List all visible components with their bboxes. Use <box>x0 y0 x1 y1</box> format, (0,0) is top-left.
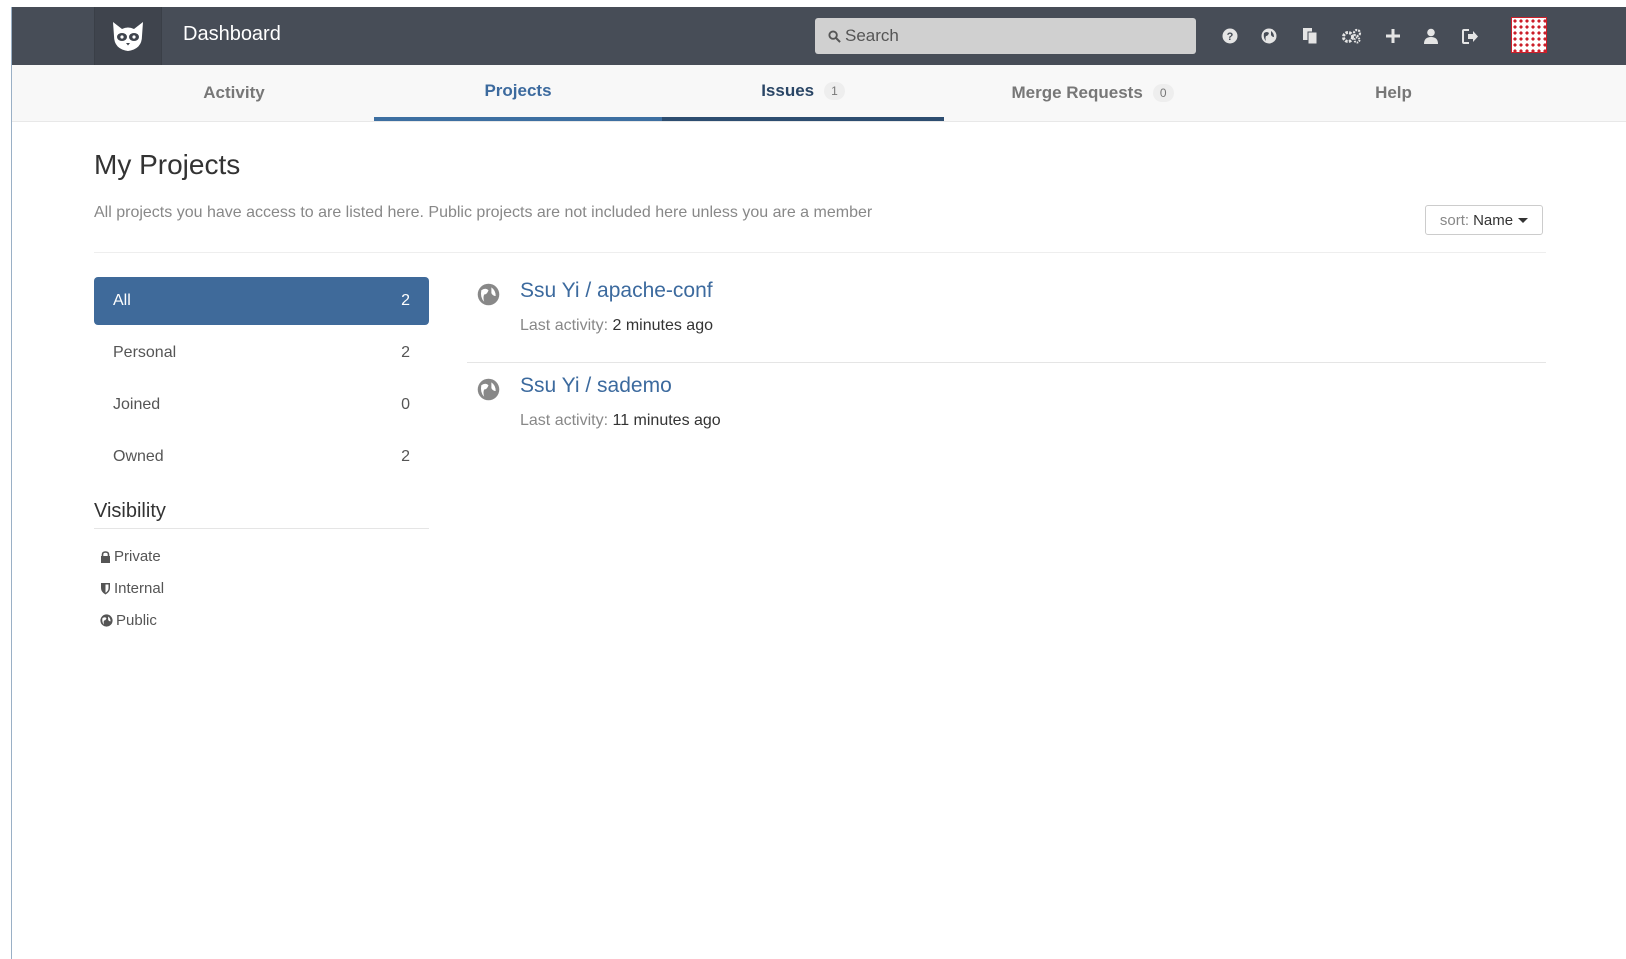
filter-count: 0 <box>401 396 410 413</box>
tab-label: Activity <box>203 83 265 102</box>
filter-count: 2 <box>401 448 410 465</box>
app-window: Dashboard ? <box>11 7 1626 959</box>
app-title[interactable]: Dashboard <box>183 23 281 46</box>
tab-merge-requests[interactable]: Merge Requests 0 <box>944 65 1241 121</box>
search-input[interactable] <box>845 26 1185 46</box>
filter-label: Personal <box>113 344 177 361</box>
issues-count-badge: 1 <box>824 82 845 100</box>
filter-label: Owned <box>113 448 164 465</box>
visibility-label: Private <box>114 548 161 565</box>
project-name-link[interactable]: Ssu Yi / sademo <box>520 374 672 398</box>
tab-projects[interactable]: Projects <box>374 65 662 121</box>
top-header: Dashboard ? <box>12 7 1626 66</box>
explore-globe-icon[interactable] <box>1258 25 1280 47</box>
public-globe-icon <box>477 378 500 401</box>
sort-value: Name <box>1473 211 1514 229</box>
visibility-label: Internal <box>114 580 165 597</box>
activity-time: 11 minutes ago <box>612 412 721 429</box>
user-avatar[interactable] <box>1511 17 1547 53</box>
filter-owned[interactable]: Owned 2 <box>94 433 429 481</box>
project-last-activity: Last activity: 2 minutes ago <box>520 317 713 335</box>
filter-label: Joined <box>113 396 161 413</box>
visibility-private-link[interactable]: Private <box>100 548 161 565</box>
tab-label: Merge Requests <box>1011 83 1143 102</box>
globe-icon <box>100 614 113 627</box>
snippets-icon[interactable] <box>1299 25 1321 47</box>
project-name-link[interactable]: Ssu Yi / apache-conf <box>520 279 713 303</box>
activity-label: Last activity: <box>520 412 609 429</box>
visibility-label: Public <box>116 612 157 629</box>
visibility-internal-link[interactable]: Internal <box>100 580 164 597</box>
visibility-heading: Visibility <box>94 500 166 522</box>
project-filters: All 2 Personal 2 Joined 0 Owned 2 <box>94 277 429 485</box>
dashboard-nav: Activity Projects Issues 1 Merge Request… <box>12 65 1626 122</box>
tab-label: Issues <box>761 81 815 100</box>
project-last-activity: Last activity: 11 minutes ago <box>520 412 721 430</box>
gitlab-logo[interactable] <box>94 7 162 65</box>
divider <box>467 362 1546 363</box>
activity-time: 2 minutes ago <box>612 317 713 334</box>
cat-logo-icon <box>113 22 143 51</box>
merge-requests-count-badge: 0 <box>1152 84 1174 102</box>
logout-icon[interactable] <box>1459 25 1481 47</box>
filter-count: 2 <box>401 292 410 309</box>
public-globe-icon <box>477 283 500 306</box>
svg-text:?: ? <box>1227 31 1234 43</box>
filter-count: 2 <box>401 344 410 361</box>
tab-help[interactable]: Help <box>1241 65 1546 121</box>
shield-icon <box>101 583 110 595</box>
tab-issues[interactable]: Issues 1 <box>662 65 944 121</box>
filter-all[interactable]: All 2 <box>94 277 429 325</box>
tab-label: Help <box>1375 83 1412 102</box>
caret-down-icon <box>1518 217 1529 223</box>
lock-icon <box>101 550 110 563</box>
divider <box>94 528 429 529</box>
tab-label: Projects <box>484 81 552 100</box>
help-icon[interactable]: ? <box>1219 25 1241 47</box>
sort-label: sort: <box>1439 211 1470 229</box>
search-box[interactable] <box>815 18 1196 54</box>
visibility-public-link[interactable]: Public <box>100 612 157 629</box>
sort-dropdown[interactable]: sort: Name <box>1425 205 1543 235</box>
new-project-icon[interactable] <box>1382 25 1404 47</box>
admin-icon[interactable] <box>1341 25 1363 47</box>
page-title: My Projects <box>94 149 241 180</box>
tab-activity[interactable]: Activity <box>94 65 374 121</box>
filter-personal[interactable]: Personal 2 <box>94 329 429 377</box>
filter-joined[interactable]: Joined 0 <box>94 381 429 429</box>
search-icon <box>828 29 841 43</box>
filter-label: All <box>113 292 131 309</box>
page-description: All projects you have access to are list… <box>94 204 873 221</box>
profile-icon[interactable] <box>1420 25 1442 47</box>
divider <box>94 252 1546 253</box>
activity-label: Last activity: <box>520 317 609 334</box>
